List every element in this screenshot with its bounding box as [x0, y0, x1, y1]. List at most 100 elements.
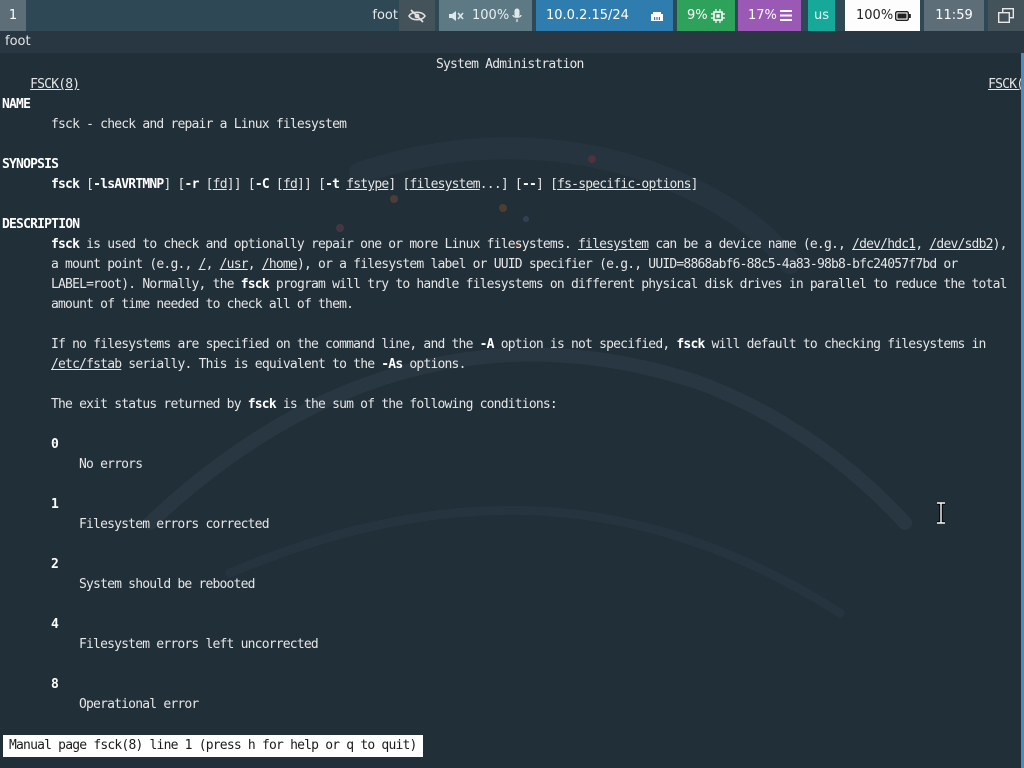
header-right-wrap: FSCK(8)	[960, 55, 1021, 92]
workspace-label: 1	[8, 8, 18, 23]
battery-icon	[895, 11, 911, 21]
syn-text: ] [	[163, 177, 185, 192]
pager-status-line: Manual page fsck(8) line 1 (press h for …	[3, 735, 423, 757]
desc-line-2: a mount point (e.g., /, /usr, /home), or…	[51, 255, 958, 275]
exit-code-desc: Filesystem errors left uncorrected	[79, 637, 319, 652]
syn-text: [	[198, 177, 214, 192]
synopsis-line: fsck [-lsAVRTMNP] [-r [fd]] [-C [fd]] [-…	[51, 175, 698, 195]
cpu-label: 9%	[687, 8, 708, 23]
window-switch-icon	[998, 8, 1014, 23]
desc-text: ),	[992, 237, 1008, 252]
header-right: FSCK(8)	[988, 77, 1024, 92]
cmd-fsck: fsck	[51, 237, 80, 252]
terminal-view[interactable]: FSCK(8) System Administration FSCK(8) NA…	[0, 53, 1024, 768]
desc-line-3: LABEL=root). Normally, the fsck program …	[51, 275, 1007, 295]
desc-line-5: If no filesystems are specified on the c…	[51, 335, 986, 355]
cmd-fsck: fsck	[240, 277, 270, 292]
network-widget[interactable]: 10.0.2.15/24	[536, 0, 673, 31]
cmd-fsck: fsck	[247, 397, 277, 412]
desc-line-1: fsck is used to check and optionally rep…	[51, 235, 1008, 255]
syn-text: ]] [	[297, 177, 326, 192]
clock-label: 11:59	[935, 8, 973, 23]
opt-As: -As	[381, 357, 403, 372]
syn-opt: -C	[254, 177, 270, 192]
exit-code: 1	[51, 497, 59, 512]
syn-opt: -r	[184, 177, 200, 192]
desc-text: The exit status returned by	[51, 397, 248, 412]
cmd-fsck: fsck	[676, 337, 705, 352]
desc-line-6: /etc/fstab serially. This is equivalent …	[51, 355, 466, 375]
exit-code: 4	[51, 617, 59, 632]
cpu-widget[interactable]: 9%	[677, 0, 735, 31]
syn-opt: -lsAVRTMNP	[93, 177, 164, 192]
syn-opt: -t	[325, 177, 340, 192]
exit-code-desc: Operational error	[79, 697, 199, 712]
section-synopsis: SYNOPSIS	[2, 157, 59, 172]
section-description: DESCRIPTION	[2, 217, 80, 232]
exit-code: 0	[51, 437, 59, 452]
header-center: System Administration	[436, 57, 584, 72]
header-left: FSCK(8)	[30, 77, 80, 92]
battery-label: 100%	[856, 8, 894, 23]
window-titlebar[interactable]: foot	[0, 31, 1024, 53]
desc-text: If no filesystems are specified on the c…	[51, 337, 480, 352]
syn-text: [	[268, 177, 284, 192]
exit-code-desc: Filesystem errors corrected	[79, 517, 270, 532]
exit-code: 2	[51, 557, 59, 572]
man-header: FSCK(8)	[2, 55, 80, 92]
syn-arg: fd	[212, 177, 228, 192]
clock[interactable]: 11:59	[924, 0, 984, 31]
syn-text: [	[79, 177, 94, 192]
desc-text: ,	[247, 257, 262, 272]
desc-text: is used to check and optionally repair o…	[79, 237, 579, 252]
ip-label: 10.0.2.15/24	[546, 8, 629, 23]
syn-text: ] [	[388, 177, 410, 192]
desc-text: ,	[915, 237, 930, 252]
path-dev-hdc1: /dev/hdc1	[852, 237, 916, 252]
opt-A: -A	[479, 337, 495, 352]
desc-text: option is not specified,	[493, 337, 677, 352]
syn-text: ...] [	[479, 177, 523, 192]
syn-arg: filesystem	[409, 177, 481, 192]
memory-label: 17%	[748, 8, 777, 23]
desc-text: will default to checking filesystems in	[704, 337, 987, 352]
syn-text: ] [	[536, 177, 558, 192]
desc-text: a mount point (e.g.,	[51, 257, 199, 272]
status-bar: 1 foot 100% 10.0.2.15/24 9% 17% us 100% …	[0, 0, 1024, 31]
keyboard-layout[interactable]: us	[808, 0, 835, 31]
section-name: NAME	[2, 97, 31, 112]
tray-button[interactable]	[988, 0, 1024, 31]
desc-text: can be a device name (e.g.,	[648, 237, 853, 252]
arg-filesystem: filesystem	[578, 237, 649, 252]
speaker-muted-icon	[449, 11, 464, 21]
desc-line-4: amount of time needed to check all of th…	[51, 297, 354, 312]
window-title: foot	[5, 34, 31, 49]
syn-opt: --	[521, 177, 537, 192]
workspace-button-1[interactable]: 1	[0, 0, 26, 31]
syn-arg: fstype	[346, 177, 389, 192]
desc-text: is the sum of the following conditions:	[275, 397, 558, 412]
exit-code: 8	[51, 677, 59, 692]
ethernet-icon	[651, 12, 663, 21]
keyboard-label: us	[813, 8, 829, 23]
syn-arg: fd	[282, 177, 298, 192]
memory-bars-icon	[780, 10, 792, 21]
memory-widget[interactable]: 17%	[738, 0, 801, 31]
exit-code-desc: System should be rebooted	[79, 577, 255, 592]
desc-text: serially. This is equivalent to the	[121, 357, 382, 372]
desc-line-7: The exit status returned by fsck is the …	[51, 395, 558, 415]
desc-text: ), or a filesystem label or UUID specifi…	[296, 257, 958, 272]
exit-code-desc: No errors	[79, 457, 143, 472]
syn-text: ]	[690, 177, 699, 192]
path-home: /home	[261, 257, 298, 272]
path-root: /	[198, 257, 207, 272]
path-dev-sdb2: /dev/sdb2	[929, 237, 993, 252]
idle-inhibitor[interactable]	[399, 0, 435, 31]
path-etc-fstab: /etc/fstab	[51, 357, 122, 372]
window-title-label: foot	[372, 8, 398, 23]
syn-cmd: fsck	[51, 177, 80, 192]
desc-text: ,	[205, 257, 220, 272]
desc-text: program will try to handle filesystems o…	[268, 277, 1008, 292]
audio-widget[interactable]: 100%	[439, 0, 532, 31]
battery-widget[interactable]: 100%	[845, 0, 920, 31]
